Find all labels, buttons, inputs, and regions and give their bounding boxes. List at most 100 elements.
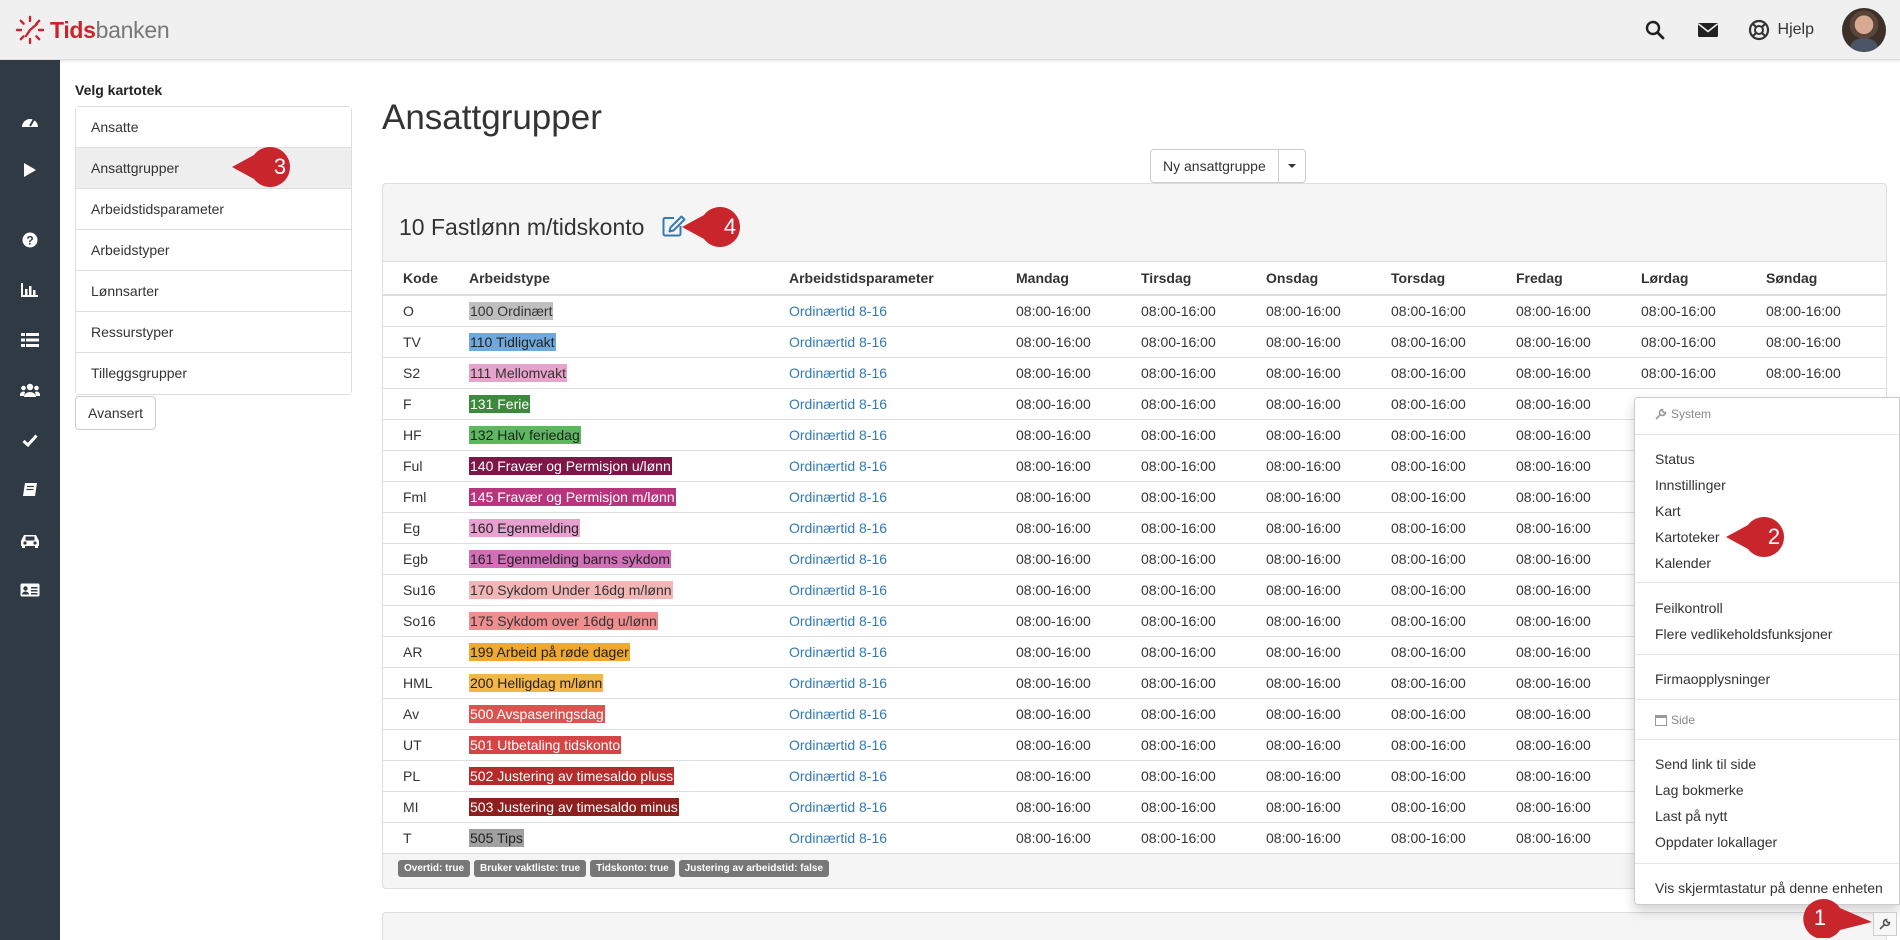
car-icon[interactable] <box>0 526 60 554</box>
menu-item-reload[interactable]: Last på nytt <box>1655 808 1727 824</box>
side-header-label: Side <box>1671 713 1696 727</box>
cell-day: 08:00-16:00 <box>996 419 1121 451</box>
cell-kode: HML <box>383 667 449 699</box>
cell-kode: MI <box>383 791 449 823</box>
kartotek-item[interactable]: Ressurstyper <box>76 312 351 353</box>
cell-arbeidstidsparameter-link[interactable]: Ordinærtid 8-16 <box>769 326 996 358</box>
kartotek-item[interactable]: Arbeidstidsparameter <box>76 189 351 230</box>
table-row[interactable]: S2 111 Mellomvakt Ordinærtid 8-16 08:00-16:… <box>383 357 1886 389</box>
cell-day: 08:00-16:00 <box>1246 574 1371 606</box>
menu-item-firmaopplysninger[interactable]: Firmaopplysninger <box>1655 671 1770 687</box>
kartotek-item[interactable]: Arbeidstyper <box>76 230 351 271</box>
play-icon[interactable] <box>0 156 60 184</box>
cell-arbeidstidsparameter-link[interactable]: Ordinærtid 8-16 <box>769 605 996 637</box>
help-menu[interactable]: Hjelp <box>1748 19 1814 41</box>
menu-item-kartoteker[interactable]: Kartoteker <box>1655 529 1720 545</box>
check-icon[interactable] <box>0 426 60 454</box>
cell-arbeidstidsparameter-link[interactable]: Ordinærtid 8-16 <box>769 791 996 823</box>
cell-day: 08:00-16:00 <box>1371 636 1496 668</box>
new-group-dropdown-toggle[interactable] <box>1278 149 1306 183</box>
cell-arbeidstidsparameter-link[interactable]: Ordinærtid 8-16 <box>769 698 996 730</box>
icon-rail: ? <box>0 60 60 940</box>
cell-day: 08:00-16:00 <box>1246 450 1371 482</box>
users-icon[interactable] <box>0 376 60 404</box>
dashboard-icon[interactable] <box>0 107 60 135</box>
kartotek-item[interactable]: Lønnsarter <box>76 271 351 312</box>
cell-day: 08:00-16:00 <box>1496 357 1621 389</box>
cell-day: 08:00-16:00 <box>1246 760 1371 792</box>
id-card-icon[interactable] <box>0 576 60 604</box>
cell-day: 08:00-16:00 <box>1246 636 1371 668</box>
cell-arbeidstidsparameter-link[interactable]: Ordinærtid 8-16 <box>769 388 996 420</box>
divider <box>1635 582 1899 583</box>
status-badge: Bruker vaktliste: true <box>474 860 587 877</box>
menu-item-feilkontroll[interactable]: Feilkontroll <box>1655 600 1723 616</box>
cell-arbeidstidsparameter-link[interactable]: Ordinærtid 8-16 <box>769 512 996 544</box>
wrench-icon <box>1879 918 1891 930</box>
avatar[interactable] <box>1842 8 1886 52</box>
cell-day: 08:00-16:00 <box>996 388 1121 420</box>
cell-arbeidstidsparameter-link[interactable]: Ordinærtid 8-16 <box>769 419 996 451</box>
new-group-button[interactable]: Ny ansattgruppe <box>1150 149 1279 183</box>
cell-day: 08:00-16:00 <box>996 326 1121 358</box>
menu-item-update-storage[interactable]: Oppdater lokallager <box>1655 834 1777 850</box>
cell-day: 08:00-16:00 <box>1496 729 1621 761</box>
cell-day: 08:00-16:00 <box>996 667 1121 699</box>
cell-day: 08:00-16:00 <box>1121 388 1246 420</box>
menu-item-innstillinger[interactable]: Innstillinger <box>1655 477 1726 493</box>
table-row[interactable]: O 100 Ordinært Ordinærtid 8-16 08:00-16:00 0… <box>383 295 1886 327</box>
cell-arbeidstidsparameter-link[interactable]: Ordinærtid 8-16 <box>769 295 996 327</box>
cell-arbeidstidsparameter-link[interactable]: Ordinærtid 8-16 <box>769 667 996 699</box>
bar-chart-icon[interactable] <box>0 276 60 304</box>
cell-day: 08:00-16:00 <box>1121 760 1246 792</box>
top-bar: Tidsbanken Hjelp <box>0 0 1900 60</box>
menu-item-vedlikehold[interactable]: Flere vedlikeholdsfunksjoner <box>1655 626 1832 642</box>
cell-arbeidstidsparameter-link[interactable]: Ordinærtid 8-16 <box>769 481 996 513</box>
cell-arbeidstype: 110 Tidligvakt <box>449 326 769 358</box>
group-panel-heading: 10 Fastlønn m/tidskonto <box>383 184 1886 261</box>
kartotek-item[interactable]: Tilleggsgrupper <box>76 353 351 394</box>
list-icon[interactable] <box>0 326 60 354</box>
divider <box>1635 434 1899 435</box>
status-badge: Justering av arbeidstid: false <box>678 860 830 877</box>
menu-item-send-link[interactable]: Send link til side <box>1655 756 1756 772</box>
column-header: Tirsdag <box>1121 262 1246 296</box>
advanced-button[interactable]: Avansert <box>75 396 156 430</box>
cell-kode: HF <box>383 419 449 451</box>
system-menu-toggle[interactable] <box>1873 912 1897 936</box>
logo[interactable]: Tidsbanken <box>14 14 170 46</box>
menu-item-kart[interactable]: Kart <box>1655 503 1681 519</box>
menu-item-kalender[interactable]: Kalender <box>1655 555 1711 571</box>
kartotek-list: Ansatte Ansattgrupper Arbeidstidsparameter… <box>75 106 352 395</box>
callout-3-number: 3 <box>273 154 287 179</box>
kartotek-item[interactable]: Ansatte <box>76 107 351 148</box>
kartotek-item[interactable]: Ansattgrupper <box>76 148 351 189</box>
cell-arbeidstidsparameter-link[interactable]: Ordinærtid 8-16 <box>769 636 996 668</box>
cell-arbeidstidsparameter-link[interactable]: Ordinærtid 8-16 <box>769 574 996 606</box>
cell-day: 08:00-16:00 <box>1371 481 1496 513</box>
search-icon[interactable] <box>1642 17 1668 43</box>
menu-item-screen-keyboard[interactable]: Vis skjermtastatur på denne enheten <box>1655 880 1883 896</box>
menu-item-bookmark[interactable]: Lag bokmerke <box>1655 782 1744 798</box>
cell-day: 08:00-16:00 <box>1371 543 1496 575</box>
cell-day: 08:00-16:00 <box>1121 481 1246 513</box>
table-row[interactable]: TV 110 Tidligvakt Ordinærtid 8-16 08:00-16:… <box>383 326 1886 358</box>
envelope-icon[interactable] <box>1695 17 1721 43</box>
cell-arbeidstype: 199 Arbeid på røde dager <box>449 636 769 668</box>
question-icon[interactable]: ? <box>0 226 60 254</box>
cell-arbeidstidsparameter-link[interactable]: Ordinærtid 8-16 <box>769 450 996 482</box>
book-icon[interactable] <box>0 476 60 504</box>
callout-2-number: 2 <box>1767 524 1781 549</box>
cell-arbeidstidsparameter-link[interactable]: Ordinærtid 8-16 <box>769 760 996 792</box>
cell-day: 08:00-16:00 <box>1371 574 1496 606</box>
cell-arbeidstidsparameter-link[interactable]: Ordinærtid 8-16 <box>769 729 996 761</box>
menu-item-status[interactable]: Status <box>1655 451 1695 467</box>
cell-arbeidstidsparameter-link[interactable]: Ordinærtid 8-16 <box>769 543 996 575</box>
cell-kode: F <box>383 388 449 420</box>
cell-kode: Fml <box>383 481 449 513</box>
cell-kode: PL <box>383 760 449 792</box>
cell-arbeidstidsparameter-link[interactable]: Ordinærtid 8-16 <box>769 357 996 389</box>
window-icon <box>1655 714 1667 726</box>
divider <box>1635 654 1899 655</box>
cell-arbeidstype: 140 Fravær og Permisjon u/lønn <box>449 450 769 482</box>
